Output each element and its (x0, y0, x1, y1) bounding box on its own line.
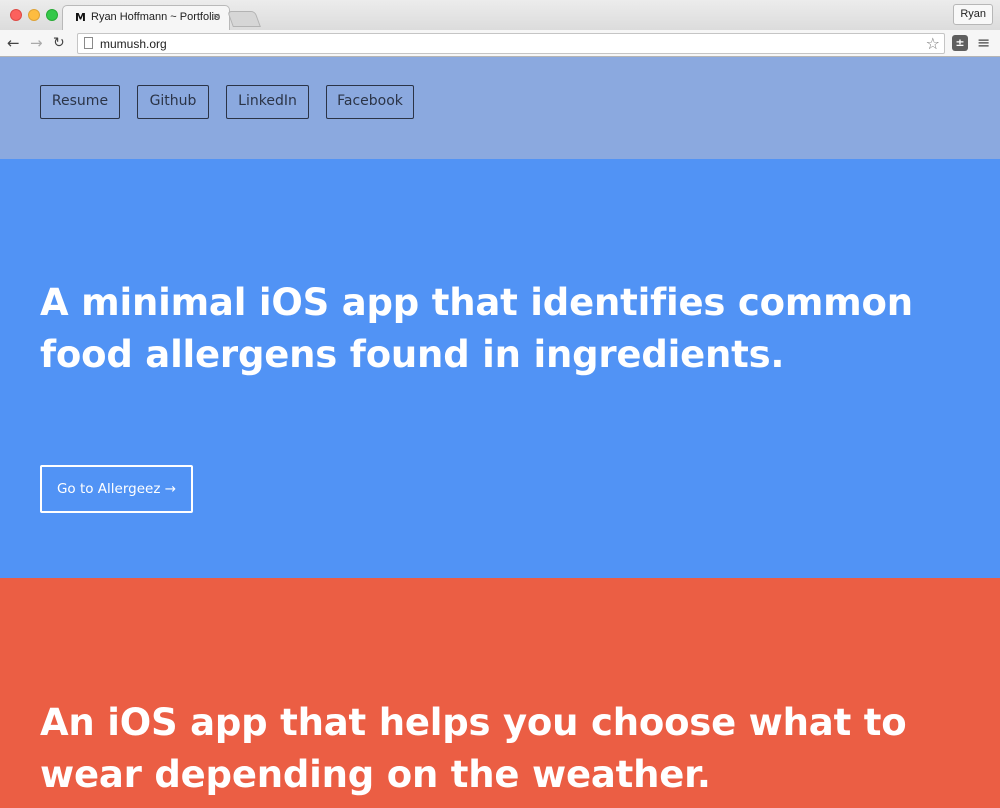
nav-link-linkedin[interactable]: LinkedIn (226, 85, 309, 119)
go-to-allergeez-button[interactable]: Go to Allergeez → (40, 465, 193, 513)
reload-icon[interactable]: ↻ (53, 34, 65, 52)
top-nav: Resume Github LinkedIn Facebook (0, 57, 1000, 159)
browser-toolbar: ← → ↻ mumush.org ☆ (0, 30, 1000, 57)
page-viewport: Resume Github LinkedIn Facebook A minima… (0, 57, 1000, 808)
extension-icon[interactable]: ± (952, 35, 968, 51)
nav-link-facebook[interactable]: Facebook (326, 85, 414, 119)
hamburger-menu-icon[interactable]: ≡ (977, 33, 990, 52)
headline-line: An iOS app that helps you choose what to (40, 701, 907, 744)
nav-link-resume[interactable]: Resume (40, 85, 120, 119)
tab-favicon-icon: M (75, 11, 86, 24)
weather-app-section: An iOS app that helps you choose what to… (0, 578, 1000, 808)
url-text[interactable]: mumush.org (100, 37, 167, 51)
allergeez-section: A minimal iOS app that identifies common… (0, 159, 1000, 578)
browser-tab-active[interactable]: M Ryan Hoffmann ~ Portfolio × (62, 5, 230, 30)
headline-line: food allergens found in ingredients. (40, 333, 785, 376)
headline-line: A minimal iOS app that identifies common (40, 281, 913, 324)
star-icon[interactable]: ☆ (926, 34, 940, 53)
browser-titlebar: M Ryan Hoffmann ~ Portfolio × Ryan (0, 0, 1000, 30)
tab-close-icon[interactable]: × (212, 10, 221, 23)
allergeez-headline: A minimal iOS app that identifies common… (40, 277, 913, 381)
window-maximize-button[interactable] (46, 9, 58, 21)
window-minimize-button[interactable] (28, 9, 40, 21)
tab-title: Ryan Hoffmann ~ Portfolio (91, 11, 221, 23)
back-arrow-icon[interactable]: ← (7, 34, 20, 52)
nav-link-github[interactable]: Github (137, 85, 209, 119)
weather-app-headline: An iOS app that helps you choose what to… (40, 697, 907, 801)
forward-arrow-icon[interactable]: → (30, 34, 43, 52)
new-tab-button[interactable] (227, 11, 261, 27)
window-close-button[interactable] (10, 9, 22, 21)
profile-button[interactable]: Ryan (953, 4, 993, 25)
page-icon (84, 37, 93, 49)
headline-line: wear depending on the weather. (40, 753, 711, 796)
address-bar[interactable]: mumush.org ☆ (77, 33, 945, 54)
